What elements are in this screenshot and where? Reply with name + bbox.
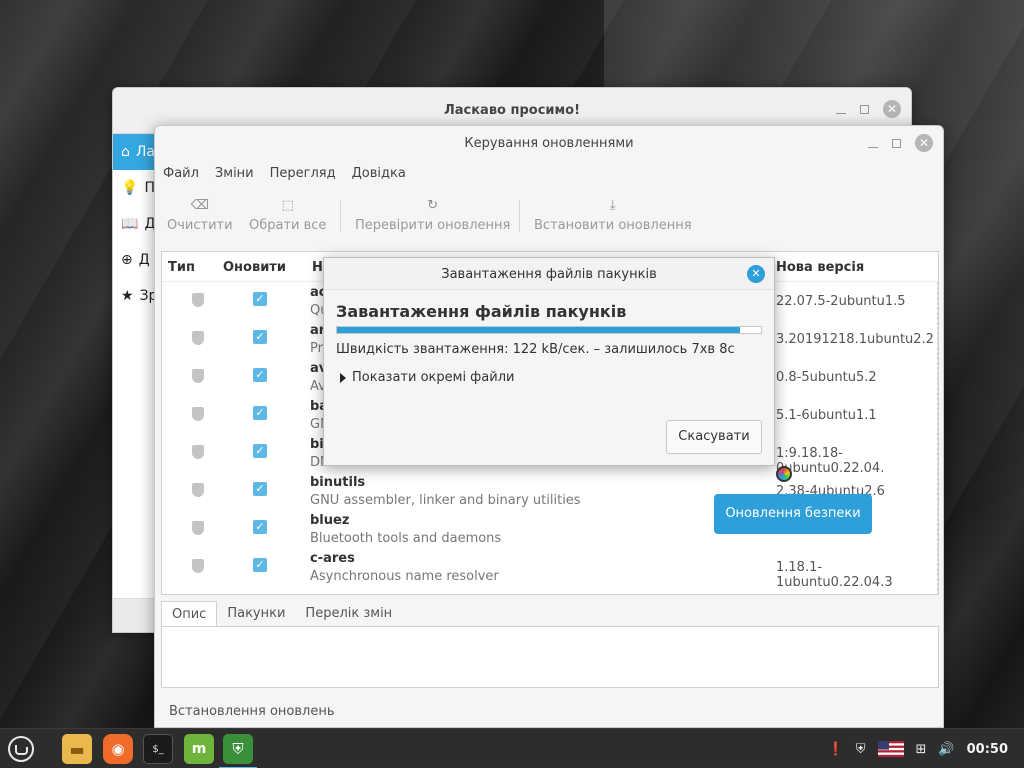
update-titlebar[interactable]: Керування оновленнями ✕ xyxy=(155,126,943,160)
toolbar-separator xyxy=(340,200,341,232)
menu-changes[interactable]: Зміни xyxy=(215,166,254,181)
details-panel xyxy=(161,626,939,688)
home-icon: ⌂ xyxy=(121,144,130,160)
menu-view[interactable]: Перегляд xyxy=(270,166,336,181)
menu-button[interactable] xyxy=(6,734,36,764)
list-divider xyxy=(937,282,938,594)
toolbar-separator xyxy=(519,200,520,232)
select-all-button[interactable]: ⬚ Обрати все xyxy=(249,192,326,234)
star-icon: ★ xyxy=(121,288,134,304)
download-speed-text: Швидкість звантаження: 122 kB/сек. – зал… xyxy=(336,342,735,357)
sidebar-item-docs[interactable]: 📖 Д xyxy=(113,206,155,242)
status-text: Встановлення оновлень xyxy=(169,704,335,719)
sidebar-item-first-steps[interactable]: 💡По xyxy=(113,170,164,206)
terminal-app[interactable]: $_ xyxy=(143,734,173,764)
table-row[interactable]: ✓ c-ares Asynchronous name resolver 1.18… xyxy=(162,548,938,590)
update-checkbox[interactable]: ✓ xyxy=(253,292,267,306)
lightbulb-icon: 💡 xyxy=(121,180,139,196)
shield-icon xyxy=(192,293,204,307)
clock[interactable]: 00:50 xyxy=(967,742,1008,757)
maximize-button[interactable] xyxy=(892,138,901,148)
files-app[interactable]: ▬ xyxy=(62,734,92,764)
firefox-app[interactable]: ◉ xyxy=(103,734,133,764)
refresh-button[interactable]: ↻ Перевірити оновлення xyxy=(355,192,510,234)
welcome-footer xyxy=(113,598,155,632)
folder-icon: ▬ xyxy=(69,739,85,759)
mint-logo-icon xyxy=(8,736,34,762)
update-checkbox[interactable]: ✓ xyxy=(253,520,267,534)
show-files-expander[interactable]: Показати окремі файли xyxy=(340,370,514,385)
download-dialog: Завантаження файлів пакунків ✕ Завантаже… xyxy=(323,257,775,466)
sidebar-item-contribute[interactable]: ★ Зр xyxy=(113,278,157,314)
volume-icon[interactable]: 🔊 xyxy=(938,742,954,757)
shield-icon xyxy=(192,521,204,535)
close-button[interactable]: ✕ xyxy=(883,100,901,118)
column-type[interactable]: Тип xyxy=(168,260,195,275)
shield-icon xyxy=(192,559,204,573)
column-new-version[interactable]: Нова версія xyxy=(776,260,864,275)
download-progress-bar xyxy=(336,326,762,334)
update-checkbox[interactable]: ✓ xyxy=(253,444,267,458)
welcome-sidebar: ⌂Ла 💡По 📖Д ⊕Д ★Зр xyxy=(113,134,164,314)
menu-file[interactable]: Файл xyxy=(163,166,199,181)
update-checkbox[interactable]: ✓ xyxy=(253,558,267,572)
notification-icon[interactable]: ❗ xyxy=(828,742,844,757)
shield-icon xyxy=(192,483,204,497)
dialog-title: Завантаження файлів пакунків xyxy=(441,267,657,282)
minimize-button[interactable] xyxy=(868,138,878,148)
column-name[interactable]: Н xyxy=(312,260,323,275)
shield-icon xyxy=(192,331,204,345)
update-checkbox[interactable]: ✓ xyxy=(253,482,267,496)
tab-changelog[interactable]: Перелік змін xyxy=(295,601,402,627)
mintinstall-app[interactable]: m xyxy=(184,734,214,764)
sidebar-item-welcome[interactable]: ⌂ Ла xyxy=(113,134,155,170)
update-checkbox[interactable]: ✓ xyxy=(253,368,267,382)
shield-icon xyxy=(192,407,204,421)
toolbar: ⌫ Очистити ⬚ Обрати все ↻ Перевірити оно… xyxy=(155,192,943,242)
select-all-icon: ⬚ xyxy=(281,197,294,213)
update-checkbox[interactable]: ✓ xyxy=(253,406,267,420)
welcome-title: Ласкаво просимо! xyxy=(443,103,581,118)
tab-packages[interactable]: Пакунки xyxy=(217,601,295,627)
shield-icon xyxy=(192,445,204,459)
progress-fill xyxy=(337,327,740,333)
shield-icon xyxy=(192,369,204,383)
dialog-titlebar[interactable]: Завантаження файлів пакунків ✕ xyxy=(324,258,774,290)
security-shield-icon[interactable]: ⛨ xyxy=(856,742,866,757)
maximize-button[interactable] xyxy=(860,104,869,114)
minimize-button[interactable] xyxy=(836,104,846,114)
color-wheel-icon xyxy=(776,466,792,482)
close-button[interactable]: ✕ xyxy=(915,134,933,152)
lifebuoy-icon: ⊕ xyxy=(121,252,133,268)
update-checkbox[interactable]: ✓ xyxy=(253,330,267,344)
update-title: Керування оновленнями xyxy=(464,136,634,151)
us-flag-icon[interactable] xyxy=(877,741,904,757)
dialog-heading: Завантаження файлів пакунків xyxy=(336,302,627,321)
close-icon[interactable]: ✕ xyxy=(747,265,765,283)
firefox-icon: ◉ xyxy=(111,740,125,758)
menubar: Файл Зміни Перегляд Довідка xyxy=(163,166,406,181)
update-manager-app[interactable]: ⛨ xyxy=(219,734,257,768)
tab-description[interactable]: Опис xyxy=(161,601,218,627)
cancel-button[interactable]: Скасувати xyxy=(666,420,762,454)
terminal-icon: $_ xyxy=(152,743,164,755)
network-icon[interactable]: ⊞ xyxy=(916,742,927,757)
book-icon: 📖 xyxy=(121,216,139,232)
refresh-icon: ↻ xyxy=(427,197,439,213)
details-tabs: Опис Пакунки Перелік змін xyxy=(161,601,402,627)
triangle-right-icon xyxy=(340,372,346,383)
column-update[interactable]: Оновити xyxy=(223,260,286,275)
mint-store-icon: m xyxy=(191,741,207,757)
menu-help[interactable]: Довідка xyxy=(352,166,406,181)
system-tray: ❗ ⛨ ⊞ 🔊 00:50 xyxy=(828,729,1008,768)
sidebar-item-help[interactable]: ⊕ Д xyxy=(113,242,155,278)
security-updates-button[interactable]: Оновлення безпеки xyxy=(714,494,872,534)
clear-button[interactable]: ⌫ Очистити xyxy=(167,192,233,234)
download-icon: ⤓ xyxy=(609,197,616,213)
taskbar: ▬ ◉ $_ m ⛨ ❗ ⛨ ⊞ 🔊 00:50 xyxy=(0,728,1024,768)
backspace-icon: ⌫ xyxy=(190,197,209,213)
install-updates-button[interactable]: ⤓ Встановити оновлення xyxy=(534,192,692,234)
shield-icon: ⛨ xyxy=(232,740,244,758)
